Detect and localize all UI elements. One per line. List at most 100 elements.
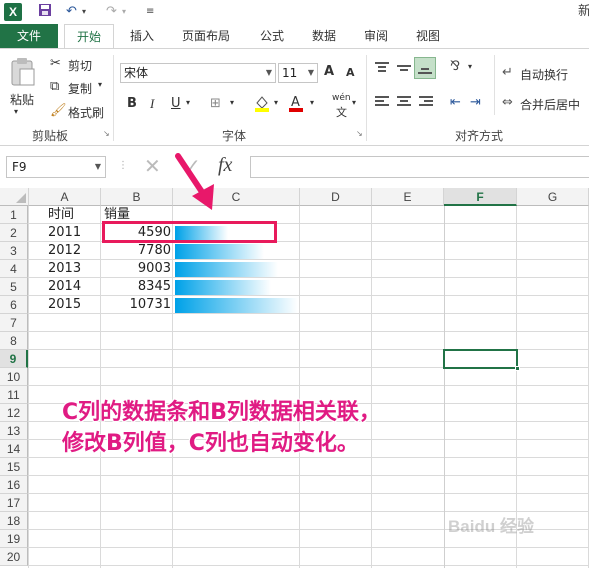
font-color-dropdown-icon[interactable]: ▾: [310, 98, 314, 107]
row-header-18[interactable]: 18: [0, 512, 28, 530]
row-header-1[interactable]: 1: [0, 206, 28, 224]
select-all-corner[interactable]: [0, 188, 29, 206]
row-header-5[interactable]: 5: [0, 278, 28, 296]
row-header-10[interactable]: 10: [0, 368, 28, 386]
row-header-11[interactable]: 11: [0, 386, 28, 404]
cell-a6[interactable]: 2015: [48, 296, 81, 314]
cancel-icon[interactable]: ✕: [144, 154, 161, 178]
borders-icon[interactable]: ⊞: [210, 96, 221, 111]
cell-a1[interactable]: 时间: [48, 206, 74, 224]
tab-data[interactable]: 数据: [304, 24, 344, 48]
tab-page-layout[interactable]: 页面布局: [174, 24, 238, 48]
save-icon[interactable]: [38, 3, 52, 21]
fill-handle[interactable]: [515, 366, 520, 371]
cell-a4[interactable]: 2013: [48, 260, 81, 278]
underline-dropdown-icon[interactable]: ▾: [186, 98, 190, 107]
column-header-a[interactable]: A: [29, 188, 101, 206]
row-header-12[interactable]: 12: [0, 404, 28, 422]
row-header-17[interactable]: 17: [0, 494, 28, 512]
gridline: [28, 475, 589, 476]
customize-qat-icon[interactable]: ≡: [146, 3, 154, 21]
font-launcher-icon[interactable]: ↘: [356, 129, 363, 138]
align-left-icon[interactable]: [374, 95, 390, 113]
row-header-7[interactable]: 7: [0, 314, 28, 332]
cell-a2[interactable]: 2011: [48, 224, 81, 242]
tab-review[interactable]: 审阅: [356, 24, 396, 48]
name-box[interactable]: F9 ▼: [6, 156, 106, 178]
column-header-e[interactable]: E: [372, 188, 444, 206]
cell-b3[interactable]: 7780: [101, 242, 171, 260]
phonetic-button[interactable]: wén: [332, 93, 351, 103]
undo-icon[interactable]: ↶: [66, 3, 77, 21]
data-bar-c5[interactable]: [175, 280, 271, 295]
data-bar-c4[interactable]: [175, 262, 278, 277]
align-center-icon[interactable]: [396, 95, 412, 113]
underline-button[interactable]: U: [171, 96, 181, 111]
data-bar-c3[interactable]: [175, 244, 264, 259]
orientation-dropdown-icon[interactable]: ▾: [468, 62, 472, 71]
borders-dropdown-icon[interactable]: ▾: [230, 98, 234, 107]
italic-button[interactable]: I: [150, 96, 154, 112]
fill-color-dropdown-icon[interactable]: ▾: [274, 98, 278, 107]
row-header-9[interactable]: 9: [0, 350, 28, 368]
redo-dropdown-icon[interactable]: ▾: [122, 3, 126, 21]
format-painter-button[interactable]: 格式刷: [68, 104, 104, 121]
formula-input[interactable]: [250, 156, 589, 178]
copy-dropdown-icon[interactable]: ▾: [98, 80, 102, 89]
tab-insert[interactable]: 插入: [122, 24, 162, 48]
row-header-20[interactable]: 20: [0, 548, 28, 566]
font-size-select[interactable]: 11 ▼: [278, 63, 318, 83]
data-bar-c6[interactable]: [175, 298, 298, 313]
column-header-f[interactable]: F: [444, 188, 517, 206]
cell-a5[interactable]: 2014: [48, 278, 81, 296]
paste-button[interactable]: 粘贴: [10, 91, 34, 108]
wrap-text-button[interactable]: 自动换行: [520, 66, 568, 83]
fill-color-icon[interactable]: [254, 94, 270, 116]
row-header-4[interactable]: 4: [0, 260, 28, 278]
tab-view[interactable]: 视图: [408, 24, 448, 48]
row-header-8[interactable]: 8: [0, 332, 28, 350]
bold-button[interactable]: B: [127, 96, 137, 111]
undo-dropdown-icon[interactable]: ▾: [82, 3, 86, 21]
row-header-14[interactable]: 14: [0, 440, 28, 458]
row-header-3[interactable]: 3: [0, 242, 28, 260]
paste-dropdown-icon[interactable]: ▾: [14, 107, 18, 116]
cell-b4[interactable]: 9003: [101, 260, 171, 278]
increase-indent-icon[interactable]: ⇥: [470, 95, 481, 110]
grow-font-button[interactable]: A: [324, 64, 334, 79]
clipboard-launcher-icon[interactable]: ↘: [103, 129, 110, 138]
orientation-icon[interactable]: ⅋: [450, 59, 460, 74]
tab-file[interactable]: 文件: [0, 24, 58, 48]
shrink-font-button[interactable]: A: [346, 66, 355, 79]
row-header-6[interactable]: 6: [0, 296, 28, 314]
align-right-icon[interactable]: [418, 95, 434, 113]
align-bottom-icon[interactable]: [414, 57, 436, 79]
align-middle-icon[interactable]: [396, 61, 412, 79]
decrease-indent-icon[interactable]: ⇤: [450, 95, 461, 110]
redo-icon[interactable]: ↷: [106, 3, 117, 21]
cell-a3[interactable]: 2012: [48, 242, 81, 260]
cut-button[interactable]: 剪切: [68, 57, 92, 74]
row-header-19[interactable]: 19: [0, 530, 28, 548]
column-header-d[interactable]: D: [300, 188, 372, 206]
cell-b6[interactable]: 10731: [101, 296, 171, 314]
tab-home[interactable]: 开始: [64, 24, 114, 48]
phonetic-dropdown-icon[interactable]: ▾: [352, 98, 356, 107]
paste-icon[interactable]: [10, 57, 36, 90]
selected-cell-f9[interactable]: [443, 349, 520, 371]
cell-b5[interactable]: 8345: [101, 278, 171, 296]
formula-bar-splitter-icon[interactable]: ⋮: [118, 160, 128, 171]
column-header-g[interactable]: G: [517, 188, 589, 206]
align-top-icon[interactable]: [374, 61, 390, 79]
font-color-icon[interactable]: A: [288, 94, 304, 116]
row-header-2[interactable]: 2: [0, 224, 28, 242]
column-header-b[interactable]: B: [101, 188, 173, 206]
row-header-16[interactable]: 16: [0, 476, 28, 494]
merge-center-button[interactable]: 合并后居中: [520, 96, 580, 113]
tab-formulas[interactable]: 公式: [252, 24, 292, 48]
row-header-13[interactable]: 13: [0, 422, 28, 440]
font-name-select[interactable]: 宋体 ▼: [120, 63, 276, 83]
row-header-15[interactable]: 15: [0, 458, 28, 476]
insert-function-button[interactable]: fx: [218, 154, 232, 177]
copy-button[interactable]: 复制: [68, 80, 92, 97]
